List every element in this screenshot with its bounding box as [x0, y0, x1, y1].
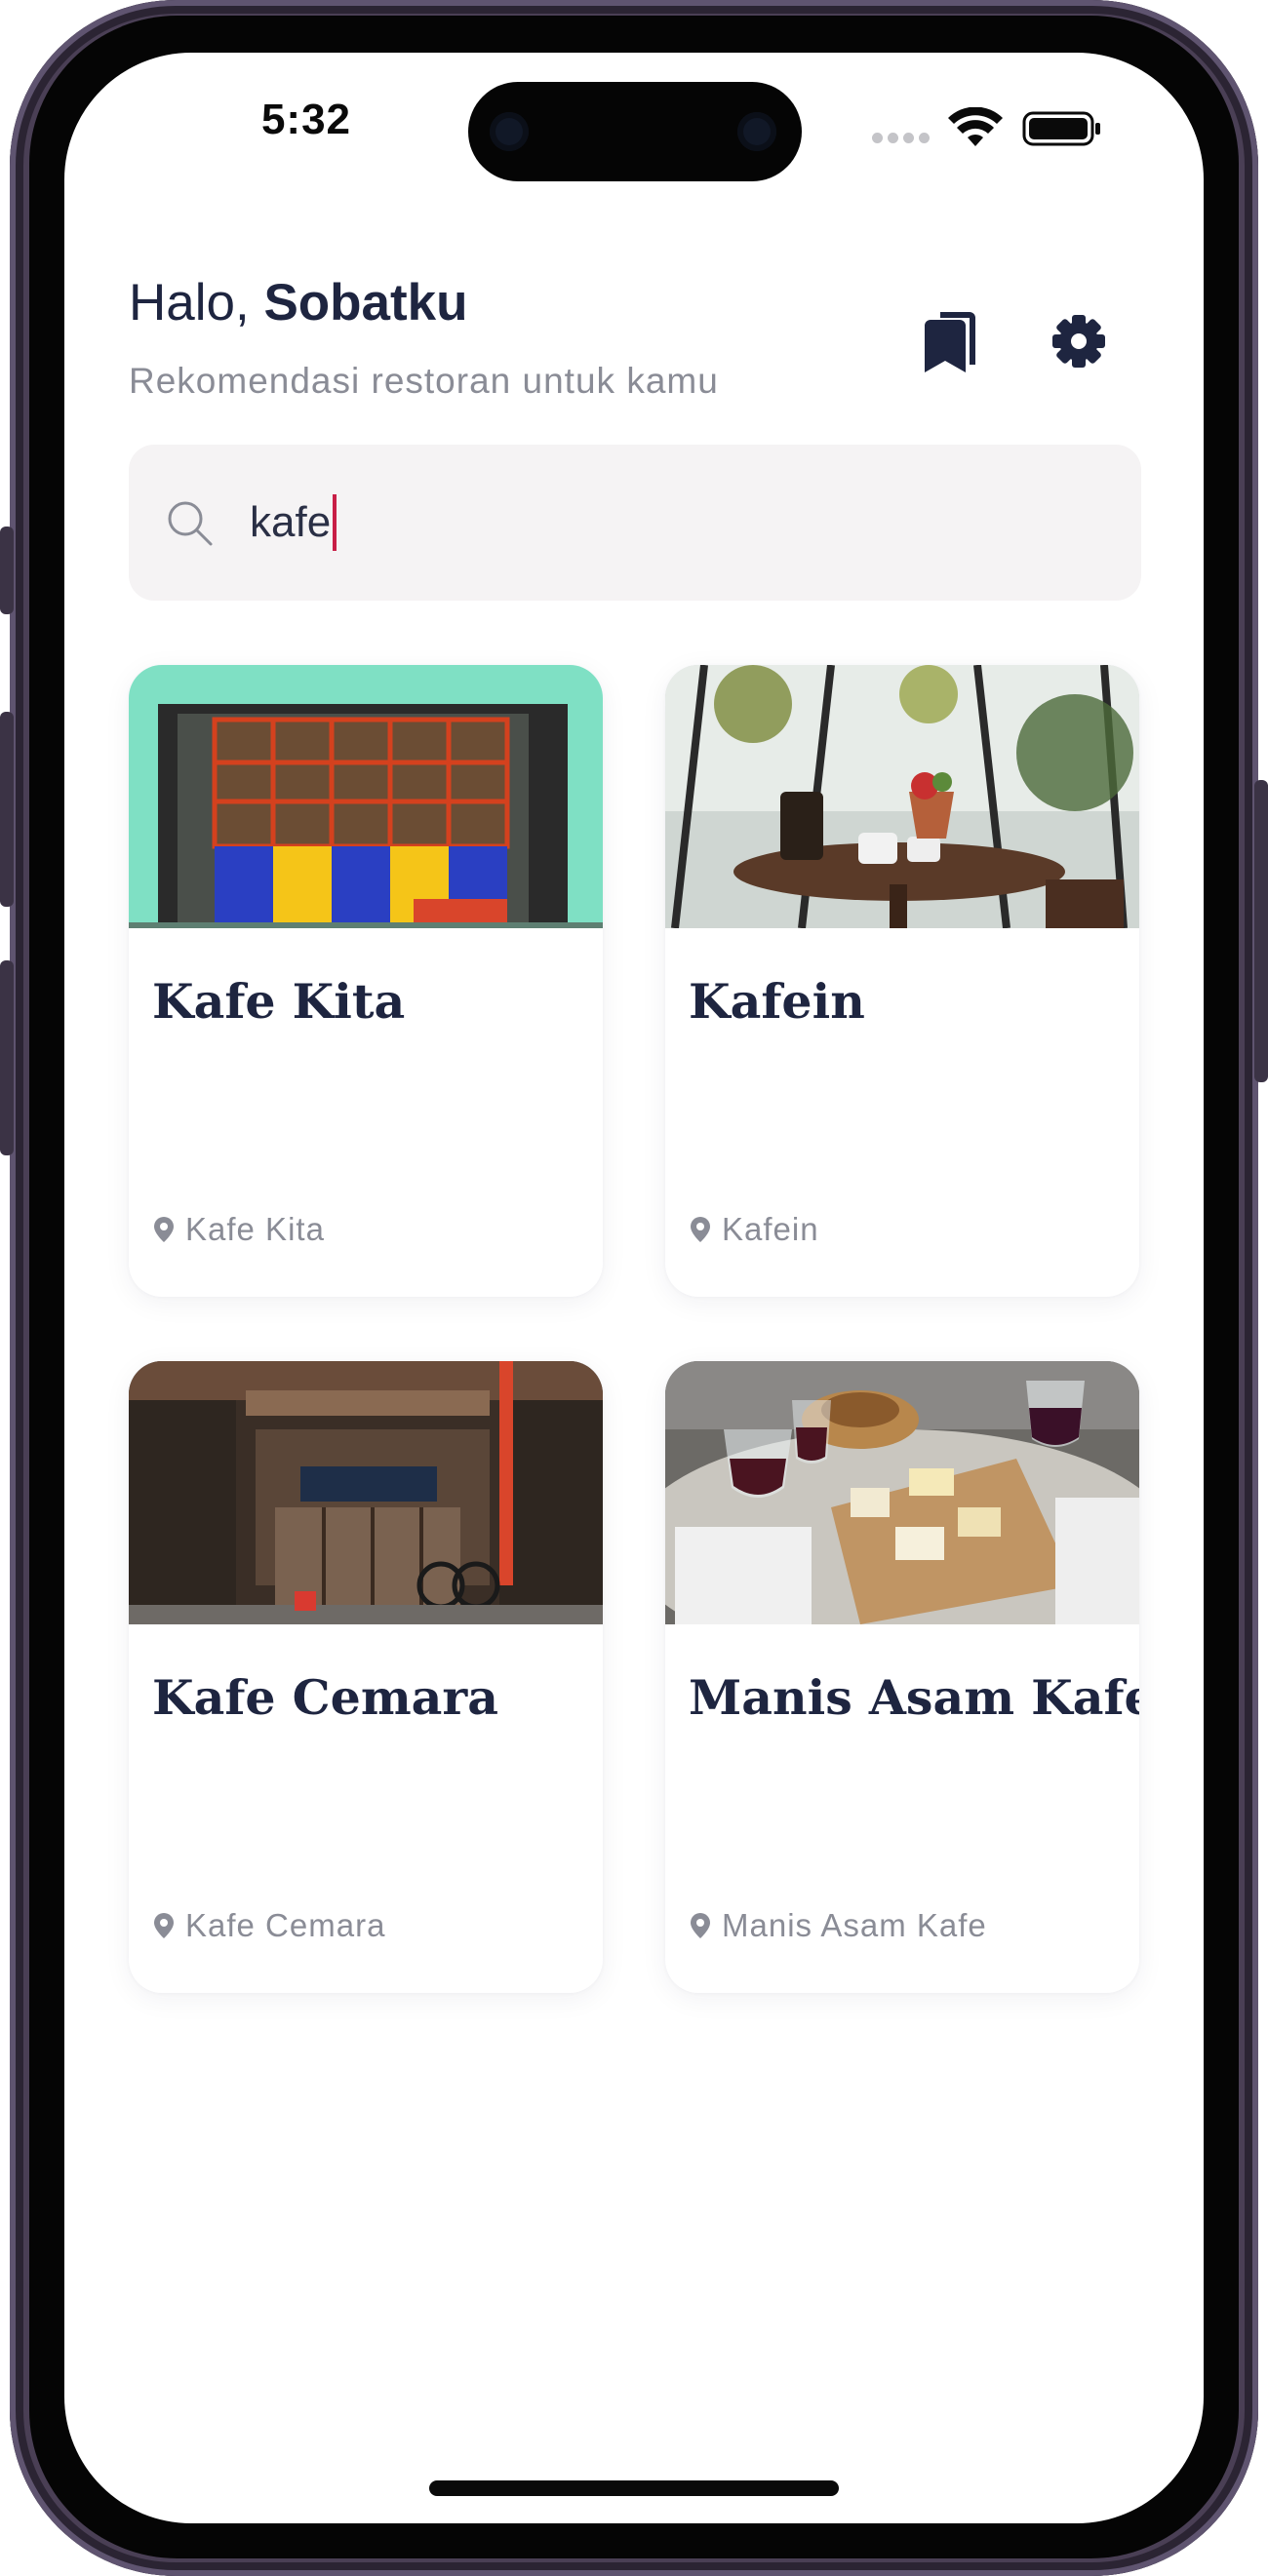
- home-indicator[interactable]: [429, 2480, 839, 2496]
- search-input[interactable]: kafe: [129, 445, 1141, 601]
- restaurant-photo: [665, 665, 1139, 928]
- subtitle: Rekomendasi restoran untuk kamu: [129, 361, 719, 401]
- restaurant-name: Kafein: [689, 973, 865, 1030]
- restaurant-card[interactable]: Kafe Kita Kafe Kita: [129, 665, 603, 1297]
- restaurant-location-text: Kafe Cemara: [185, 1907, 386, 1943]
- gear-icon: [1052, 315, 1105, 368]
- volume-down-button: [0, 960, 14, 1155]
- greeting-name: Sobatku: [263, 274, 468, 332]
- greeting-prefix: Halo,: [129, 274, 264, 332]
- battery-icon: [1022, 111, 1100, 146]
- restaurant-name: Kafe Kita: [152, 973, 406, 1030]
- settings-button[interactable]: [1040, 302, 1118, 380]
- greeting: Halo, Sobatku: [129, 273, 468, 332]
- search-field[interactable]: kafe: [250, 494, 337, 551]
- dynamic-island: [468, 82, 802, 181]
- map-pin-icon: [691, 1913, 710, 1938]
- camera-icon: [490, 112, 529, 151]
- text-caret: [333, 494, 337, 551]
- map-pin-icon: [154, 1217, 174, 1242]
- restaurant-name: Kafe Cemara: [152, 1669, 498, 1726]
- restaurant-location: Kafe Kita: [152, 1211, 325, 1248]
- bookmark-icon: [925, 312, 975, 372]
- restaurant-card[interactable]: Kafein Kafein: [665, 665, 1139, 1297]
- search-icon: [168, 501, 213, 546]
- restaurant-card[interactable]: Manis Asam Kafe Manis Asam Kafe: [665, 1361, 1139, 1993]
- bookmark-button[interactable]: [911, 302, 989, 380]
- restaurant-location-text: Kafe Kita: [185, 1211, 325, 1247]
- map-pin-icon: [154, 1913, 174, 1938]
- status-time: 5:32: [260, 96, 352, 143]
- wifi-icon: [948, 107, 1003, 146]
- restaurant-photo: [665, 1361, 1139, 1624]
- cellular-signal-icon: [872, 131, 936, 143]
- restaurant-location-text: Kafein: [722, 1211, 819, 1247]
- sensor-icon: [737, 112, 776, 151]
- restaurant-location: Kafein: [689, 1211, 819, 1248]
- restaurant-location: Kafe Cemara: [152, 1907, 385, 1944]
- restaurant-name: Manis Asam Kafe: [689, 1669, 1139, 1726]
- app-screen: 5:32 Halo, Sobatku Rekomendasi restoran …: [64, 53, 1204, 2523]
- restaurant-location-text: Manis Asam Kafe: [722, 1907, 987, 1943]
- restaurant-photo: [129, 665, 603, 928]
- restaurant-card[interactable]: Kafe Cemara Kafe Cemara: [129, 1361, 603, 1993]
- power-button: [1254, 780, 1268, 1082]
- volume-up-button: [0, 712, 14, 907]
- search-value: kafe: [250, 498, 332, 546]
- restaurant-photo: [129, 1361, 603, 1624]
- map-pin-icon: [691, 1217, 710, 1242]
- restaurant-location: Manis Asam Kafe: [689, 1907, 987, 1944]
- action-button: [0, 527, 14, 614]
